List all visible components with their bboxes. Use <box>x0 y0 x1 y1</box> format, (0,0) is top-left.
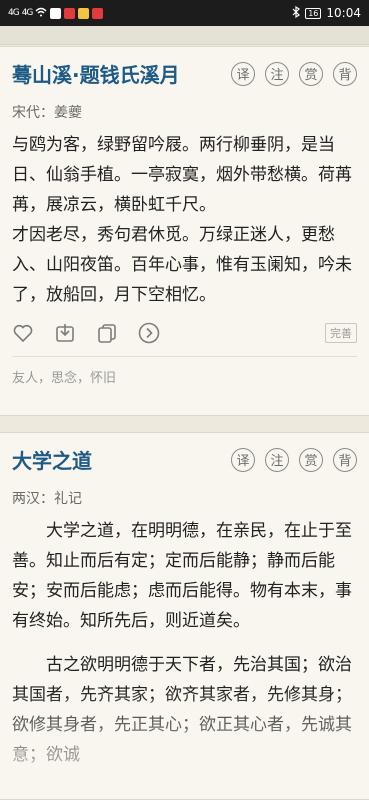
battery-icon: 16 <box>305 7 322 19</box>
app-notification-icon <box>50 7 62 19</box>
download-icon[interactable] <box>54 322 76 344</box>
poem-title[interactable]: 大学之道 <box>12 445 92 474</box>
poem-line: 才因老尽，秀句君休觅。万绿正迷人，更愁入、山阳夜笛。百年心事，惟有玉阑知，吟未了… <box>12 225 352 305</box>
annotate-button[interactable]: 注 <box>265 61 289 86</box>
poem-author[interactable]: 宋代：姜夔 <box>12 102 357 122</box>
copy-icon[interactable] <box>96 322 118 344</box>
poem-title[interactable]: 蓦山溪·题钱氏溪月 <box>12 59 180 88</box>
complete-button[interactable]: 完善 <box>325 323 357 343</box>
top-separator <box>0 26 369 45</box>
appreciate-button[interactable]: 赏 <box>299 61 323 86</box>
app-notification-icon <box>78 7 90 19</box>
clock: 10:04 <box>326 6 361 20</box>
poem-tags[interactable]: 友人，思念，怀旧 <box>12 357 357 396</box>
poem-paragraph: 大学之道，在明明德，在亲民，在止于至善。知止而后有定；定而后能静；静而后能安；安… <box>12 521 352 631</box>
appreciate-button[interactable]: 赏 <box>299 447 323 472</box>
bluetooth-icon <box>292 5 301 21</box>
translate-button[interactable]: 译 <box>231 447 255 472</box>
poem-card[interactable]: 大学之道 译 注 赏 背 两汉：礼记 大学之道，在明明德，在亲民，在止于至善。知… <box>0 432 369 800</box>
poem-card[interactable]: 蓦山溪·题钱氏溪月 译 注 赏 背 宋代：姜夔 与鸥为客，绿野留吟屐。两行柳垂阴… <box>0 46 369 416</box>
poem-paragraph: 古之欲明明德于天下者，先治其国；欲治其国者，先齐其家；欲齐其家者，先修其身；欲修… <box>12 655 352 765</box>
app-notification-icon <box>92 7 104 19</box>
translate-button[interactable]: 译 <box>231 61 255 86</box>
poem-line: 与鸥为客，绿野留吟屐。两行柳垂阴，是当日、仙翁手植。一亭寂寞，烟外带愁横。荷苒苒… <box>12 135 352 215</box>
app-notification-icon <box>64 7 76 19</box>
signal-1: 4G <box>8 8 20 18</box>
poem-body: 大学之道，在明明德，在亲民，在止于至善。知止而后有定；定而后能静；静而后能安；安… <box>12 516 357 770</box>
wifi-icon <box>35 6 47 20</box>
poem-author[interactable]: 两汉：礼记 <box>12 488 357 508</box>
poem-body: 与鸥为客，绿野留吟屐。两行柳垂阴，是当日、仙翁手植。一亭寂寞，烟外带愁横。荷苒苒… <box>12 130 357 310</box>
heart-icon[interactable] <box>12 322 34 344</box>
annotate-button[interactable]: 注 <box>265 447 289 472</box>
poem-toolbar: 完善 <box>12 322 357 357</box>
more-arrow-icon[interactable] <box>138 322 160 344</box>
status-bar: 4G 4G 16 10:04 <box>0 0 369 26</box>
signal-2: 4G <box>21 8 34 18</box>
recite-button[interactable]: 背 <box>333 447 357 472</box>
recite-button[interactable]: 背 <box>333 61 357 86</box>
